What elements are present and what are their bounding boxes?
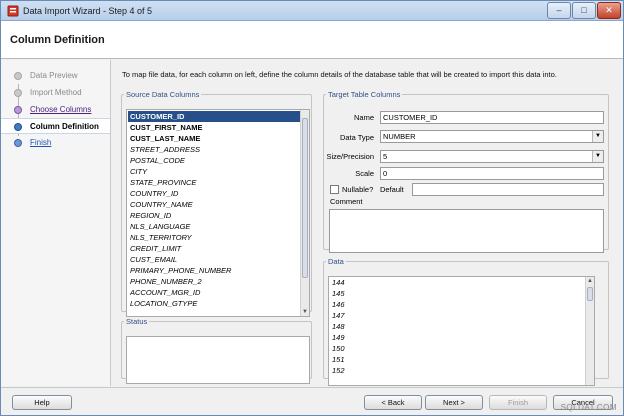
window-title: Data Import Wizard - Step 4 of 5	[23, 6, 153, 16]
app-icon	[7, 5, 19, 17]
list-item: 146	[332, 300, 345, 309]
comment-textarea[interactable]	[329, 209, 604, 253]
target-table-columns-group: Target Table Columns Name CUSTOMER_ID Da…	[323, 90, 609, 253]
step-label: Data Preview	[30, 71, 78, 80]
list-item[interactable]: COUNTRY_NAME	[128, 199, 300, 210]
wizard-window: Data Import Wizard - Step 4 of 5 – □ ✕ C…	[0, 0, 624, 416]
watermark: SQLDAT.COM	[560, 403, 617, 412]
default-input[interactable]	[412, 183, 604, 196]
list-item: 149	[332, 333, 345, 342]
list-item: 150	[332, 344, 345, 353]
status-legend: Status	[126, 317, 148, 326]
next-button[interactable]: Next >	[425, 395, 483, 410]
list-item[interactable]: CUSTOMER_ID	[128, 111, 300, 122]
list-item[interactable]: CREDIT_LIMIT	[128, 243, 300, 254]
nullable-label: Nullable?	[342, 185, 374, 194]
list-item[interactable]: LOCATION_GTYPE	[128, 298, 300, 309]
list-item: 151	[332, 355, 345, 364]
list-item[interactable]: CUST_EMAIL	[128, 254, 300, 265]
source-columns-list[interactable]: CUSTOMER_ID CUST_FIRST_NAME CUST_LAST_NA…	[126, 109, 310, 317]
wizard-footer: Help < Back Next > Finish Cancel	[1, 387, 623, 415]
list-item: 152	[332, 366, 345, 375]
list-item[interactable]: PHONE_NUMBER_2	[128, 276, 300, 287]
nullable-checkbox[interactable]	[330, 185, 339, 194]
maximize-button[interactable]: □	[572, 2, 596, 19]
data-type-select[interactable]: NUMBER ▼	[380, 130, 604, 143]
back-button[interactable]: < Back	[364, 395, 422, 410]
step-finish[interactable]: Finish	[1, 135, 110, 151]
status-box	[126, 336, 310, 384]
name-label: Name	[353, 113, 374, 122]
list-item[interactable]: CUST_LAST_NAME	[128, 133, 300, 144]
status-group: Status	[121, 317, 312, 384]
finish-button[interactable]: Finish	[489, 395, 547, 410]
list-item[interactable]: POSTAL_CODE	[128, 155, 300, 166]
list-item[interactable]: STATE_PROVINCE	[128, 177, 300, 188]
step-indicator-icon	[14, 72, 22, 80]
chevron-down-icon[interactable]: ▼	[592, 131, 603, 142]
list-item[interactable]: ACCOUNT_MGR_ID	[128, 287, 300, 298]
step-indicator-icon	[14, 139, 22, 147]
data-legend: Data	[328, 257, 344, 266]
source-columns-legend: Source Data Columns	[126, 90, 200, 99]
scrollbar-thumb[interactable]	[302, 118, 308, 278]
data-type-label: Data Type	[339, 133, 374, 142]
list-item[interactable]: NLS_TERRITORY	[128, 232, 300, 243]
step-import-method: Import Method	[1, 85, 110, 101]
name-input[interactable]: CUSTOMER_ID	[380, 111, 604, 124]
minimize-button[interactable]: –	[547, 2, 571, 19]
chevron-down-icon[interactable]: ▼	[592, 151, 603, 162]
step-label: Column Definition	[30, 122, 99, 131]
step-choose-columns[interactable]: Choose Columns	[1, 102, 110, 118]
list-item: 148	[332, 322, 345, 331]
instruction-text: To map file data, for each column on lef…	[122, 70, 557, 79]
step-indicator-icon	[14, 123, 22, 131]
step-label: Import Method	[30, 88, 82, 97]
list-item[interactable]: STREET_ADDRESS	[128, 144, 300, 155]
scale-input[interactable]: 0	[380, 167, 604, 180]
close-button[interactable]: ✕	[597, 2, 621, 19]
data-list[interactable]: 144 145 146 147 148 149 150 151 152 ▲	[328, 276, 595, 386]
page-header: Column Definition	[1, 21, 623, 59]
target-columns-legend: Target Table Columns	[328, 90, 401, 99]
comment-label: Comment	[330, 197, 363, 206]
list-item[interactable]: CUST_FIRST_NAME	[128, 122, 300, 133]
data-list-scrollbar[interactable]: ▲	[585, 277, 594, 385]
wizard-steps-panel: Data Preview Import Method Choose Column…	[1, 60, 111, 386]
list-item[interactable]: COUNTRY_ID	[128, 188, 300, 199]
step-data-preview: Data Preview	[1, 68, 110, 84]
list-item[interactable]: NLS_LANGUAGE	[128, 221, 300, 232]
step-indicator-icon	[14, 106, 22, 114]
size-precision-label: Size/Precision	[326, 152, 374, 161]
default-label: Default	[380, 185, 404, 194]
scrollbar-thumb[interactable]	[587, 287, 593, 301]
size-precision-value: 5	[383, 152, 388, 161]
list-item: 145	[332, 289, 345, 298]
data-group: Data 144 145 146 147 148 149 150 151 152…	[323, 257, 609, 386]
data-type-value: NUMBER	[383, 132, 416, 141]
list-item: 144	[332, 278, 345, 287]
scroll-down-arrow-icon[interactable]: ▼	[301, 308, 309, 316]
scale-label: Scale	[355, 169, 374, 178]
list-item: 147	[332, 311, 345, 320]
source-list-scrollbar[interactable]: ▼	[300, 110, 309, 316]
step-label[interactable]: Finish	[30, 138, 51, 147]
scroll-up-arrow-icon[interactable]: ▲	[586, 277, 594, 285]
step-label[interactable]: Choose Columns	[30, 105, 91, 114]
page-title: Column Definition	[10, 34, 105, 46]
source-data-columns-group: Source Data Columns CUSTOMER_ID CUST_FIR…	[121, 90, 312, 317]
title-bar[interactable]: Data Import Wizard - Step 4 of 5 – □ ✕	[1, 1, 623, 21]
list-item[interactable]: PRIMARY_PHONE_NUMBER	[128, 265, 300, 276]
size-precision-input[interactable]: 5 ▼	[380, 150, 604, 163]
list-item[interactable]: CITY	[128, 166, 300, 177]
help-button[interactable]: Help	[12, 395, 72, 410]
step-column-definition[interactable]: Column Definition	[1, 118, 110, 134]
step-indicator-icon	[14, 89, 22, 97]
list-item[interactable]: REGION_ID	[128, 210, 300, 221]
